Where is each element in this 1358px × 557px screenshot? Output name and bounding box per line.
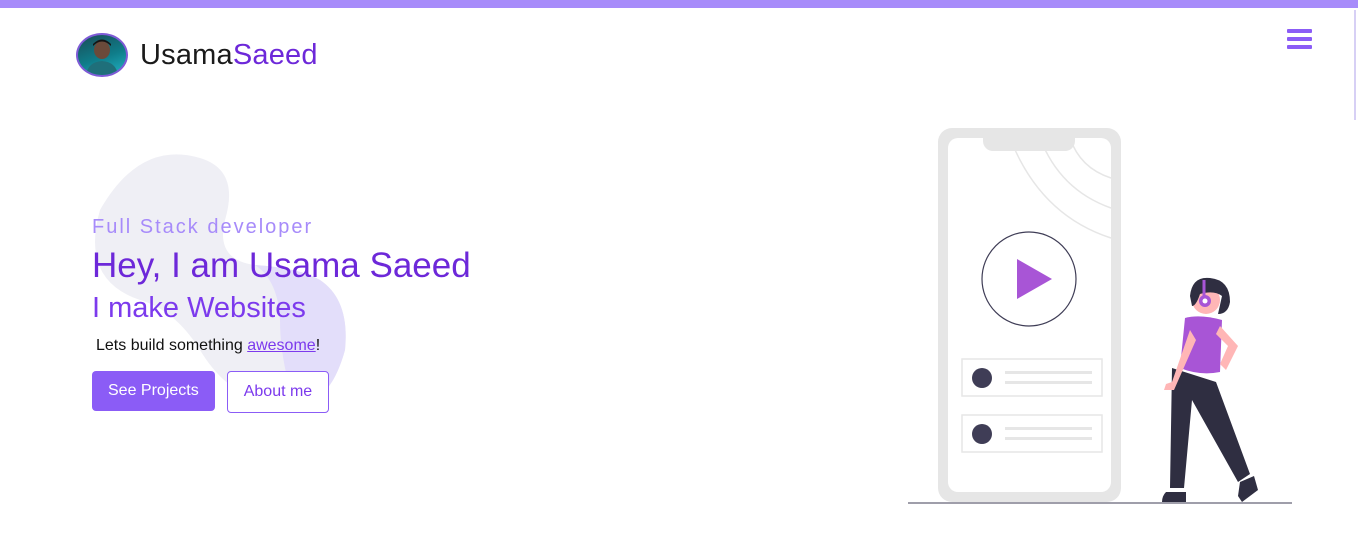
hamburger-menu-icon[interactable]: [1287, 29, 1313, 51]
hero-illustration: [908, 128, 1292, 504]
see-projects-button[interactable]: See Projects: [92, 371, 215, 411]
menu-line: [1287, 29, 1312, 33]
page: UsamaSaeed Full Stack developer Hey, I a…: [0, 0, 1358, 557]
scrollbar[interactable]: [1354, 10, 1356, 120]
phone-notch: [983, 128, 1075, 151]
hero-section: Full Stack developer Hey, I am Usama Sae…: [92, 216, 471, 413]
hero-tagline: I make Websites: [92, 292, 306, 324]
brand-name: UsamaSaeed: [140, 39, 318, 72]
avatar: [76, 33, 128, 77]
hero-headline: Hey, I am Usama Saeed: [92, 246, 471, 285]
about-me-button[interactable]: About me: [226, 371, 330, 413]
person-figure: [1162, 277, 1258, 502]
hero-intro: Lets build something awesome!: [96, 337, 471, 355]
menu-line: [1287, 37, 1312, 41]
headphone-center: [1202, 298, 1208, 304]
figure-shoe: [1162, 492, 1186, 502]
list-item-line: [1005, 427, 1092, 430]
brand-second: Saeed: [232, 38, 318, 71]
list-item-line: [1005, 371, 1092, 374]
hero-buttons: See Projects About me: [92, 371, 471, 413]
top-accent-bar: [0, 0, 1358, 8]
hero-subtitle: Full Stack developer: [92, 216, 314, 238]
figure-pants: [1170, 368, 1250, 488]
site-logo[interactable]: UsamaSaeed: [76, 33, 318, 77]
menu-line: [1287, 45, 1312, 49]
awesome-link[interactable]: awesome: [247, 337, 315, 354]
intro-text: Lets build something: [96, 337, 248, 354]
list-item-line: [1005, 381, 1092, 384]
brand-first: Usama: [140, 38, 233, 71]
list-item-line: [1005, 437, 1092, 440]
list-item-dot: [972, 424, 992, 444]
avatar-portrait: [86, 39, 118, 75]
intro-end: !: [315, 337, 321, 354]
list-item-dot: [972, 368, 992, 388]
